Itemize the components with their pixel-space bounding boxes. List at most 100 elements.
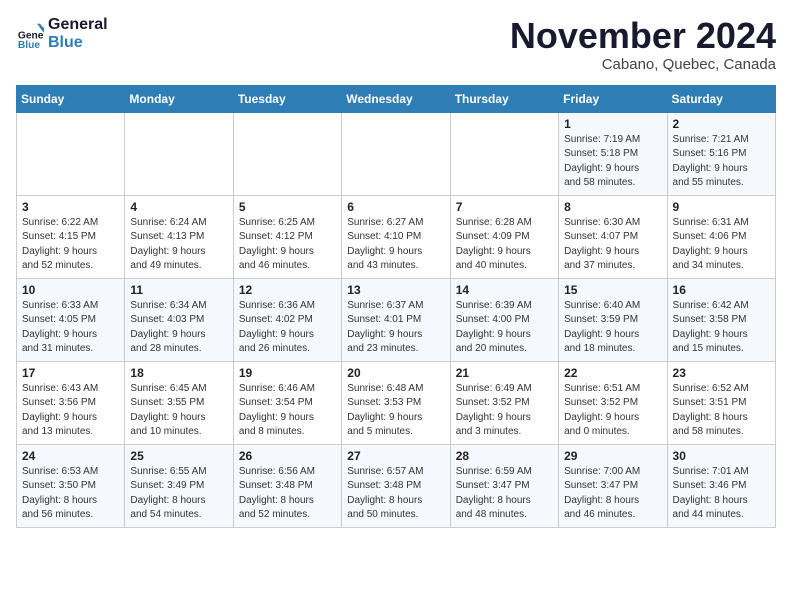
calendar-cell: 19 Sunrise: 6:46 AMSunset: 3:54 PMDayligh… <box>233 361 341 444</box>
day-number: 28 <box>456 449 553 463</box>
day-info: Sunrise: 6:39 AMSunset: 4:00 PMDaylight:… <box>456 299 553 357</box>
calendar-cell: 13 Sunrise: 6:37 AMSunset: 4:01 PMDayligh… <box>342 278 450 361</box>
day-info: Sunrise: 6:55 AMSunset: 3:49 PMDaylight:… <box>130 465 227 523</box>
day-info: Sunrise: 6:37 AMSunset: 4:01 PMDaylight:… <box>347 299 444 357</box>
day-info: Sunrise: 6:59 AMSunset: 3:47 PMDaylight:… <box>456 465 553 523</box>
day-info: Sunrise: 6:43 AMSunset: 3:56 PMDaylight:… <box>22 382 119 440</box>
day-info: Sunrise: 6:46 AMSunset: 3:54 PMDaylight:… <box>239 382 336 440</box>
day-number: 27 <box>347 449 444 463</box>
day-number: 29 <box>564 449 661 463</box>
day-info: Sunrise: 6:27 AMSunset: 4:10 PMDaylight:… <box>347 216 444 274</box>
location-subtitle: Cabano, Quebec, Canada <box>510 56 776 73</box>
calendar-cell: 11 Sunrise: 6:34 AMSunset: 4:03 PMDayligh… <box>125 278 233 361</box>
day-info: Sunrise: 6:49 AMSunset: 3:52 PMDaylight:… <box>456 382 553 440</box>
calendar-week-row: 1 Sunrise: 7:19 AMSunset: 5:18 PMDaylight… <box>17 112 776 195</box>
day-info: Sunrise: 6:51 AMSunset: 3:52 PMDaylight:… <box>564 382 661 440</box>
day-number: 26 <box>239 449 336 463</box>
calendar-week-row: 24 Sunrise: 6:53 AMSunset: 3:50 PMDayligh… <box>17 444 776 527</box>
day-number: 4 <box>130 200 227 214</box>
day-info: Sunrise: 6:36 AMSunset: 4:02 PMDaylight:… <box>239 299 336 357</box>
day-number: 19 <box>239 366 336 380</box>
calendar-table: SundayMondayTuesdayWednesdayThursdayFrid… <box>16 85 776 528</box>
day-info: Sunrise: 6:56 AMSunset: 3:48 PMDaylight:… <box>239 465 336 523</box>
calendar-header-row: SundayMondayTuesdayWednesdayThursdayFrid… <box>17 85 776 112</box>
day-info: Sunrise: 6:30 AMSunset: 4:07 PMDaylight:… <box>564 216 661 274</box>
title-block: November 2024 Cabano, Quebec, Canada <box>510 16 776 73</box>
calendar-cell: 15Sunrise: 6:40 AMSunset: 3:59 PMDayligh… <box>559 278 667 361</box>
calendar-cell: 7Sunrise: 6:28 AMSunset: 4:09 PMDaylight… <box>450 195 558 278</box>
day-info: Sunrise: 6:31 AMSunset: 4:06 PMDaylight:… <box>673 216 770 274</box>
day-of-week-header: Tuesday <box>233 85 341 112</box>
day-number: 10 <box>22 283 119 297</box>
logo-text-blue: Blue <box>48 34 108 52</box>
logo-text-general: General <box>48 16 108 34</box>
calendar-cell <box>125 112 233 195</box>
day-of-week-header: Thursday <box>450 85 558 112</box>
calendar-cell <box>17 112 125 195</box>
calendar-cell: 5 Sunrise: 6:25 AMSunset: 4:12 PMDaylight… <box>233 195 341 278</box>
day-info: Sunrise: 6:53 AMSunset: 3:50 PMDaylight:… <box>22 465 119 523</box>
calendar-cell: 18Sunrise: 6:45 AMSunset: 3:55 PMDayligh… <box>125 361 233 444</box>
calendar-cell: 29Sunrise: 7:00 AMSunset: 3:47 PMDayligh… <box>559 444 667 527</box>
calendar-cell: 23 Sunrise: 6:52 AMSunset: 3:51 PMDayligh… <box>667 361 775 444</box>
day-number: 14 <box>456 283 553 297</box>
day-info: Sunrise: 6:57 AMSunset: 3:48 PMDaylight:… <box>347 465 444 523</box>
day-number: 16 <box>673 283 770 297</box>
calendar-cell: 9 Sunrise: 6:31 AMSunset: 4:06 PMDaylight… <box>667 195 775 278</box>
calendar-week-row: 17 Sunrise: 6:43 AMSunset: 3:56 PMDayligh… <box>17 361 776 444</box>
calendar-cell: 10 Sunrise: 6:33 AMSunset: 4:05 PMDayligh… <box>17 278 125 361</box>
calendar-week-row: 10 Sunrise: 6:33 AMSunset: 4:05 PMDayligh… <box>17 278 776 361</box>
calendar-cell: 21 Sunrise: 6:49 AMSunset: 3:52 PMDayligh… <box>450 361 558 444</box>
day-info: Sunrise: 7:21 AMSunset: 5:16 PMDaylight:… <box>673 133 770 191</box>
day-info: Sunrise: 7:01 AMSunset: 3:46 PMDaylight:… <box>673 465 770 523</box>
calendar-cell: 17 Sunrise: 6:43 AMSunset: 3:56 PMDayligh… <box>17 361 125 444</box>
day-number: 25 <box>130 449 227 463</box>
day-number: 17 <box>22 366 119 380</box>
day-info: Sunrise: 6:52 AMSunset: 3:51 PMDaylight:… <box>673 382 770 440</box>
day-info: Sunrise: 6:24 AMSunset: 4:13 PMDaylight:… <box>130 216 227 274</box>
day-number: 13 <box>347 283 444 297</box>
day-number: 21 <box>456 366 553 380</box>
day-info: Sunrise: 6:28 AMSunset: 4:09 PMDaylight:… <box>456 216 553 274</box>
calendar-week-row: 3Sunrise: 6:22 AMSunset: 4:15 PMDaylight… <box>17 195 776 278</box>
page-header: General Blue General Blue November 2024 … <box>16 16 776 73</box>
day-info: Sunrise: 6:42 AMSunset: 3:58 PMDaylight:… <box>673 299 770 357</box>
day-info: Sunrise: 6:33 AMSunset: 4:05 PMDaylight:… <box>22 299 119 357</box>
day-of-week-header: Saturday <box>667 85 775 112</box>
day-number: 11 <box>130 283 227 297</box>
calendar-cell: 3Sunrise: 6:22 AMSunset: 4:15 PMDaylight… <box>17 195 125 278</box>
calendar-cell: 2 Sunrise: 7:21 AMSunset: 5:16 PMDaylight… <box>667 112 775 195</box>
day-number: 1 <box>564 117 661 131</box>
calendar-cell: 27 Sunrise: 6:57 AMSunset: 3:48 PMDayligh… <box>342 444 450 527</box>
day-info: Sunrise: 6:25 AMSunset: 4:12 PMDaylight:… <box>239 216 336 274</box>
day-number: 2 <box>673 117 770 131</box>
calendar-cell: 28 Sunrise: 6:59 AMSunset: 3:47 PMDayligh… <box>450 444 558 527</box>
day-info: Sunrise: 7:19 AMSunset: 5:18 PMDaylight:… <box>564 133 661 191</box>
day-number: 5 <box>239 200 336 214</box>
day-info: Sunrise: 6:45 AMSunset: 3:55 PMDaylight:… <box>130 382 227 440</box>
day-of-week-header: Monday <box>125 85 233 112</box>
calendar-cell: 25 Sunrise: 6:55 AMSunset: 3:49 PMDayligh… <box>125 444 233 527</box>
day-info: Sunrise: 6:48 AMSunset: 3:53 PMDaylight:… <box>347 382 444 440</box>
calendar-cell: 4 Sunrise: 6:24 AMSunset: 4:13 PMDaylight… <box>125 195 233 278</box>
logo-icon: General Blue <box>16 20 44 48</box>
calendar-cell: 6Sunrise: 6:27 AMSunset: 4:10 PMDaylight… <box>342 195 450 278</box>
calendar-cell: 1 Sunrise: 7:19 AMSunset: 5:18 PMDaylight… <box>559 112 667 195</box>
logo: General Blue General Blue <box>16 16 108 51</box>
calendar-cell: 20 Sunrise: 6:48 AMSunset: 3:53 PMDayligh… <box>342 361 450 444</box>
day-of-week-header: Friday <box>559 85 667 112</box>
svg-text:Blue: Blue <box>18 40 41 48</box>
day-of-week-header: Sunday <box>17 85 125 112</box>
month-title: November 2024 <box>510 16 776 56</box>
day-info: Sunrise: 6:22 AMSunset: 4:15 PMDaylight:… <box>22 216 119 274</box>
day-number: 9 <box>673 200 770 214</box>
calendar-cell <box>233 112 341 195</box>
day-number: 23 <box>673 366 770 380</box>
day-info: Sunrise: 6:34 AMSunset: 4:03 PMDaylight:… <box>130 299 227 357</box>
day-info: Sunrise: 6:40 AMSunset: 3:59 PMDaylight:… <box>564 299 661 357</box>
day-number: 24 <box>22 449 119 463</box>
day-number: 12 <box>239 283 336 297</box>
calendar-cell: 16 Sunrise: 6:42 AMSunset: 3:58 PMDayligh… <box>667 278 775 361</box>
day-number: 20 <box>347 366 444 380</box>
calendar-cell: 8Sunrise: 6:30 AMSunset: 4:07 PMDaylight… <box>559 195 667 278</box>
